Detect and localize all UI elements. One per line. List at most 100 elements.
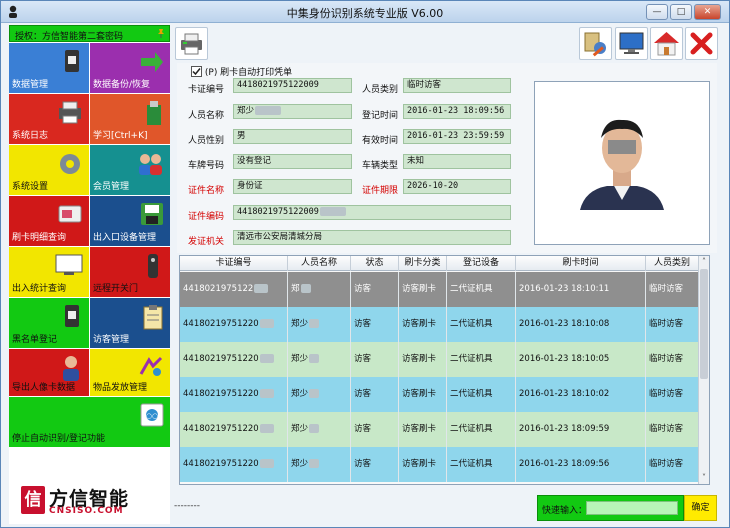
table-cell: 访客刷卡 [399, 272, 447, 307]
table-header: 卡证编号 人员名称 状态 刷卡分类 登记设备 刷卡时间 人员类别 [180, 256, 699, 271]
table-cell: 临时访客 [646, 412, 699, 447]
menu-tile[interactable]: 黑名单登记 [9, 298, 89, 348]
table-cell: 访客 [351, 377, 399, 412]
plate-label: 车牌号码 [188, 161, 225, 171]
menu-tile-label: 系统设置 [12, 182, 49, 192]
table-row[interactable]: 44180219751220 郑少 访客 访客刷卡 二代证机具 2016-01-23 18… [180, 377, 699, 412]
printer-icon [181, 33, 202, 55]
clipboard-icon [141, 303, 165, 334]
menu-tile[interactable]: 远程开关门 [90, 247, 170, 297]
menu-tile[interactable]: 出入口设备管理 [90, 196, 170, 246]
table-cell: 44180219751220 [180, 307, 288, 342]
minimize-button[interactable]: — [646, 4, 668, 20]
redacted-mark [309, 319, 320, 328]
menu-tile[interactable]: 访客管理 [90, 298, 170, 348]
menu-tile-label: 停止自动识别/登记功能 [12, 434, 106, 444]
stop-recognition-icon: ○○ [139, 402, 165, 431]
print-button[interactable] [175, 27, 208, 60]
menu-tile[interactable]: 数据管理 [9, 43, 89, 93]
column-header[interactable]: 状态 [351, 256, 399, 271]
table-cell: 2016-01-23 18:09:59 [516, 412, 646, 447]
bottom-bar: -------- 快速输入： 确定 [173, 493, 721, 523]
redacted-mark [319, 207, 346, 216]
swipe-records-table[interactable]: 卡证编号 人员名称 状态 刷卡分类 登记设备 刷卡时间 人员类别 4418021975122… [179, 255, 710, 485]
menu-tile[interactable]: ○○ 停止自动识别/登记功能 [9, 397, 170, 447]
redacted-mark [259, 459, 274, 468]
menu-tile-label: 导出人像卡数据 [12, 383, 76, 393]
table-cell: 二代证机具 [447, 447, 516, 482]
backup-arrow-icon [137, 48, 165, 79]
card-no-field: 4418021975122009 [233, 78, 352, 93]
quick-input-box: 快速输入： [537, 495, 684, 521]
name-label: 人员名称 [188, 111, 225, 121]
table-cell: 4418021975122 [180, 272, 288, 307]
vehicle-type-field: 未知 [403, 154, 511, 169]
svg-text:○○: ○○ [146, 412, 158, 420]
table-cell: 访客刷卡 [399, 412, 447, 447]
gender-label: 人员性别 [188, 136, 225, 146]
status-text: -------- [174, 501, 200, 511]
usb-drive-icon [60, 303, 84, 332]
menu-tile[interactable]: 导出人像卡数据 [9, 349, 89, 396]
close-button[interactable]: ✕ [694, 4, 721, 20]
table-row[interactable]: 44180219751220 郑少 访客 访客刷卡 二代证机具 2016-01-23 18… [180, 307, 699, 342]
table-cell: 临时访客 [646, 377, 699, 412]
table-cell: 郑 [288, 272, 351, 307]
table-cell: 访客 [351, 272, 399, 307]
menu-tile[interactable]: 学习[Ctrl+K] [90, 94, 170, 144]
table-cell: 44180219751220 [180, 342, 288, 377]
scroll-thumb[interactable] [700, 269, 708, 379]
id-name-field: 身份证 [233, 179, 352, 194]
quick-input-label: 快速输入： [542, 506, 588, 516]
ok-button[interactable]: 确定 [684, 495, 717, 521]
table-row[interactable]: 44180219751220 郑少 访客 访客刷卡 二代证机具 2016-01-23 18… [180, 342, 699, 377]
scroll-up-icon[interactable]: ˄ [699, 256, 709, 267]
table-cell: 2016-01-23 18:09:56 [516, 447, 646, 482]
valid-time-label: 有效时间 [362, 136, 399, 146]
table-cell: 二代证机具 [447, 377, 516, 412]
table-cell: 二代证机具 [447, 272, 516, 307]
id-no-label: 证件编码 [188, 212, 225, 222]
logo-mark: 信 [21, 486, 45, 514]
column-header[interactable]: 登记设备 [447, 256, 516, 271]
column-header[interactable]: 卡证编号 [180, 256, 288, 271]
menu-tile[interactable]: 刷卡明细查询 [9, 196, 89, 246]
redacted-mark [259, 389, 274, 398]
id-expiry-label: 证件期限 [362, 186, 399, 196]
table-row[interactable]: 4418021975122 郑访客 访客刷卡 二代证机具 2016-01-23 18:1… [180, 272, 699, 307]
table-cell: 临时访客 [646, 342, 699, 377]
table-row[interactable]: 44180219751220 郑少 访客 访客刷卡 二代证机具 2016-01-23 18… [180, 412, 699, 447]
settings-tools-button[interactable] [579, 27, 612, 60]
quick-input-field[interactable] [586, 501, 678, 515]
scroll-down-icon[interactable]: ˅ [699, 472, 709, 483]
menu-tile[interactable]: 物品发放管理 [90, 349, 170, 396]
vertical-scrollbar[interactable]: ˄ ˅ [698, 256, 709, 484]
menu-tile[interactable]: 数据备份/恢复 [90, 43, 170, 93]
menu-tile[interactable]: 出入统计查询 [9, 247, 89, 297]
column-header[interactable]: 人员类别 [646, 256, 699, 271]
logo-website: CNSISO.COM [49, 506, 124, 516]
auto-print-checkbox[interactable]: (P) 刷卡自动打印凭单 [191, 65, 292, 78]
table-row[interactable]: 44180219751220 郑少 访客 访客刷卡 二代证机具 2016-01-23 18… [180, 447, 699, 482]
table-cell: 访客刷卡 [399, 342, 447, 377]
name-field: 郑少 [233, 104, 352, 119]
redacted-mark [309, 424, 320, 433]
menu-tile[interactable]: 系统设置 [9, 145, 89, 195]
monitor-icon [619, 32, 644, 54]
menu-tile[interactable]: 系统日志 [9, 94, 89, 144]
redacted-mark [309, 354, 320, 363]
auto-print-label: (P) 刷卡自动打印凭单 [204, 68, 293, 78]
column-header[interactable]: 人员名称 [288, 256, 351, 271]
home-button[interactable] [650, 27, 683, 60]
column-header[interactable]: 刷卡时间 [516, 256, 646, 271]
table-cell: 访客 [351, 412, 399, 447]
exit-button[interactable] [685, 27, 718, 60]
monitor-button[interactable] [615, 27, 648, 60]
checkbox-checked-icon [191, 66, 202, 77]
pin-icon[interactable] [156, 28, 166, 38]
menu-tile-label: 访客管理 [93, 335, 130, 345]
column-header[interactable]: 刷卡分类 [399, 256, 447, 271]
menu-tile[interactable]: 会员管理 [90, 145, 170, 195]
table-cell: 访客刷卡 [399, 307, 447, 342]
maximize-button[interactable]: □ [670, 4, 692, 20]
